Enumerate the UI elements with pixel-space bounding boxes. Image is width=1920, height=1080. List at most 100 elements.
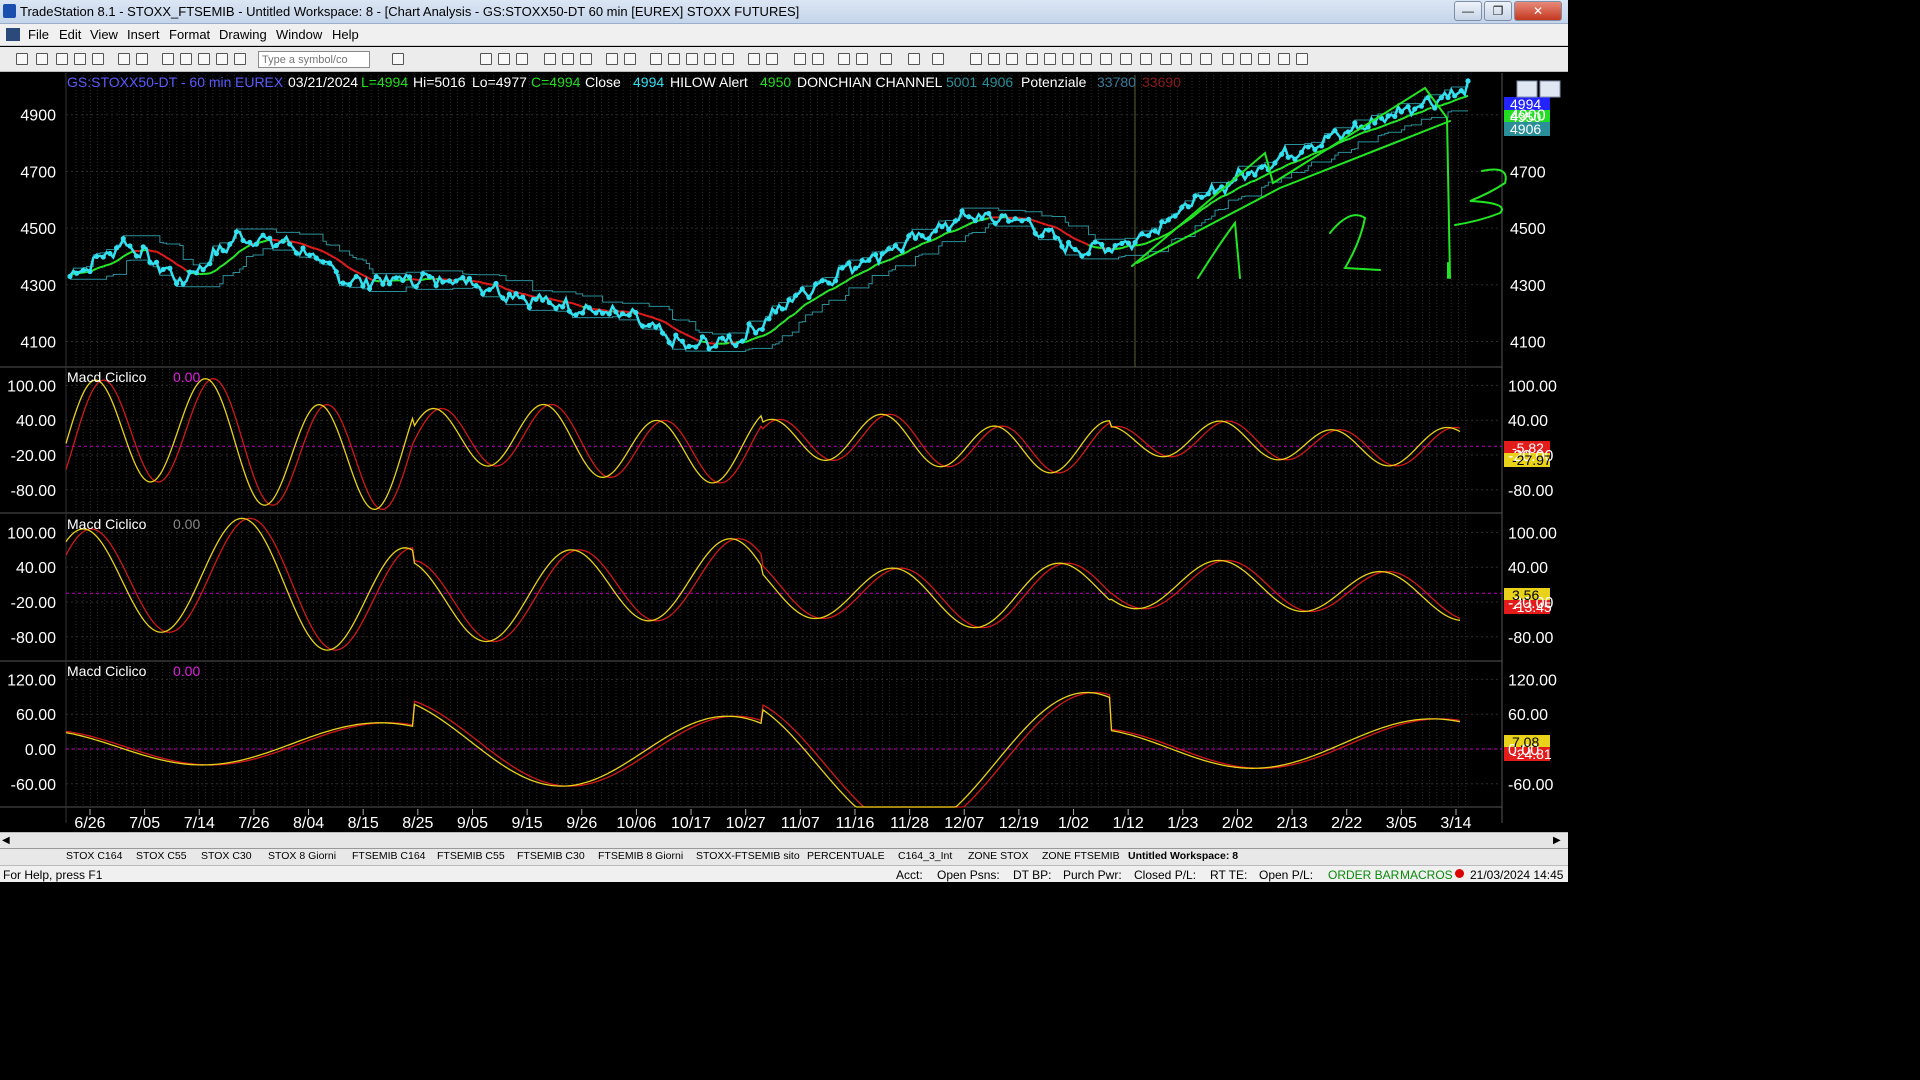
toolbar-tool-icon[interactable] (216, 53, 228, 65)
toolbar-tool-icon[interactable] (198, 53, 210, 65)
price-bar-dot (1465, 78, 1471, 84)
hilow-alert-segment (309, 245, 314, 249)
toolbar-tool-icon[interactable] (516, 53, 528, 65)
toolbar-tool-icon[interactable] (1062, 53, 1074, 65)
toolbar-tool-icon[interactable] (650, 53, 662, 65)
toolbar-tool-icon[interactable] (562, 53, 574, 65)
price-bar-dot (1019, 218, 1025, 224)
tab-ftsemib-c55[interactable]: FTSEMIB C55 (437, 850, 505, 862)
chart-area[interactable]: 4100 4100 4300 4300 4500 4500 4700 4700 4900 4900… (0, 73, 1568, 835)
toolbar-tool-icon[interactable] (544, 53, 556, 65)
toolbar-tool-icon[interactable] (56, 53, 68, 65)
menu-help[interactable]: Help (332, 27, 359, 42)
menu-view[interactable]: View (90, 27, 118, 42)
toolbar-tool-icon[interactable] (1278, 53, 1290, 65)
toolbar-tool-icon[interactable] (74, 53, 86, 65)
chart-svg[interactable]: 4100 41004300 43004500 45004700 47004900 4900… (0, 73, 1568, 835)
toolbar-tool-icon[interactable] (498, 53, 510, 65)
macros-label[interactable]: MACROS (1400, 868, 1453, 882)
toolbar-tool-icon[interactable] (1160, 53, 1172, 65)
toolbar-tool-icon[interactable] (1240, 53, 1252, 65)
toolbar-tool-icon[interactable] (1100, 53, 1112, 65)
tab-stox-c164[interactable]: STOX C164 (66, 850, 122, 862)
price-bar-dot (1318, 143, 1325, 149)
menu-window[interactable]: Window (276, 27, 322, 42)
maximize-button[interactable]: ❐ (1484, 1, 1512, 21)
toolbar-tool-icon[interactable] (118, 53, 130, 65)
toolbar-tool-icon[interactable] (1140, 53, 1152, 65)
toolbar-tool-icon[interactable] (794, 53, 806, 65)
toolbar-tool-icon[interactable] (932, 53, 944, 65)
menu-format[interactable]: Format (169, 27, 210, 42)
toolbar-tool-icon[interactable] (1120, 53, 1132, 65)
toolbar-tool-icon[interactable] (180, 53, 192, 65)
hilow-alert-segment (758, 335, 763, 338)
tab-zone-ftsemib[interactable]: ZONE FTSEMIB (1042, 850, 1120, 862)
toolbar-tool-icon[interactable] (136, 53, 148, 65)
symbol-input[interactable] (258, 51, 370, 68)
tab-ftsemib-8-giorni[interactable]: FTSEMIB 8 Giorni (598, 850, 683, 862)
tab-untitled-workspace-8[interactable]: Untitled Workspace: 8 (1128, 850, 1238, 862)
toolbar-tool-icon[interactable] (1180, 53, 1192, 65)
toolbar-tool-icon[interactable] (988, 53, 1000, 65)
price-bar-dot (1332, 127, 1338, 134)
toolbar-tool-icon[interactable] (686, 53, 698, 65)
toolbar-tool-icon[interactable] (580, 53, 592, 65)
hilow-alert-segment (1201, 206, 1206, 211)
hilow-alert-segment (891, 256, 897, 260)
tab-stox-8-giorni[interactable]: STOX 8 Giorni (268, 850, 336, 862)
toolbar-tool-icon[interactable] (1006, 53, 1018, 65)
toolbar-tool-icon[interactable] (392, 53, 404, 65)
order-bar-label[interactable]: ORDER BAR (1328, 868, 1399, 882)
minimize-button[interactable]: — (1454, 1, 1482, 21)
hilow-alert-segment (1427, 106, 1432, 110)
tab-stoxx-ftsemib-sito[interactable]: STOXX-FTSEMIB sito (696, 850, 800, 862)
toolbar-tool-icon[interactable] (766, 53, 778, 65)
price-bar-dot (173, 281, 180, 287)
toolbar-tool-icon[interactable] (1200, 53, 1212, 65)
toolbar-tool-icon[interactable] (234, 53, 246, 65)
toolbar-tool-icon[interactable] (16, 53, 28, 65)
toolbar-tool-icon[interactable] (722, 53, 734, 65)
toolbar-tool-icon[interactable] (668, 53, 680, 65)
horizontal-scrollbar[interactable]: ◀ ▶ (0, 832, 1568, 848)
toolbar-tool-icon[interactable] (908, 53, 920, 65)
toolbar-tool-icon[interactable] (1296, 53, 1308, 65)
menu-insert[interactable]: Insert (127, 27, 160, 42)
toolbar-tool-icon[interactable] (880, 53, 892, 65)
toolbar-tool-icon[interactable] (1026, 53, 1038, 65)
toolbar-tool-icon[interactable] (162, 53, 174, 65)
toolbar-tool-icon[interactable] (36, 53, 48, 65)
date-axis-label: 7/05 (129, 815, 160, 832)
toolbar-tool-icon[interactable] (704, 53, 716, 65)
close-button[interactable]: ✕ (1514, 1, 1562, 21)
toolbar-tool-icon[interactable] (624, 53, 636, 65)
toolbar-tool-icon[interactable] (812, 53, 824, 65)
menu-drawing[interactable]: Drawing (219, 27, 267, 42)
tab-c164-3-int[interactable]: C164_3_Int (898, 850, 952, 862)
toolbar-tool-icon[interactable] (1044, 53, 1056, 65)
toolbar-tool-icon[interactable] (748, 53, 760, 65)
scroll-left-arrow[interactable]: ◀ (2, 835, 10, 846)
tab-zone-stox[interactable]: ZONE STOX (968, 850, 1028, 862)
hilow-alert-segment (508, 288, 514, 293)
toolbar-tool-icon[interactable] (838, 53, 850, 65)
tab-stox-c55[interactable]: STOX C55 (136, 850, 187, 862)
scroll-right-arrow[interactable]: ▶ (1553, 835, 1561, 846)
toolbar-tool-icon[interactable] (1222, 53, 1234, 65)
hilow-alert-segment (109, 261, 114, 266)
toolbar-tool-icon[interactable] (480, 53, 492, 65)
price-bar-dot (347, 281, 353, 288)
toolbar-tool-icon[interactable] (856, 53, 868, 65)
tab-ftsemib-c164[interactable]: FTSEMIB C164 (352, 850, 426, 862)
tab-percentuale[interactable]: PERCENTUALE (807, 850, 885, 862)
tab-ftsemib-c30[interactable]: FTSEMIB C30 (517, 850, 585, 862)
toolbar-tool-icon[interactable] (970, 53, 982, 65)
menu-file[interactable]: File (28, 27, 49, 42)
toolbar-tool-icon[interactable] (606, 53, 618, 65)
menu-edit[interactable]: Edit (59, 27, 81, 42)
tab-stox-c30[interactable]: STOX C30 (201, 850, 252, 862)
toolbar-tool-icon[interactable] (92, 53, 104, 65)
toolbar-tool-icon[interactable] (1258, 53, 1270, 65)
toolbar-tool-icon[interactable] (1080, 53, 1092, 65)
